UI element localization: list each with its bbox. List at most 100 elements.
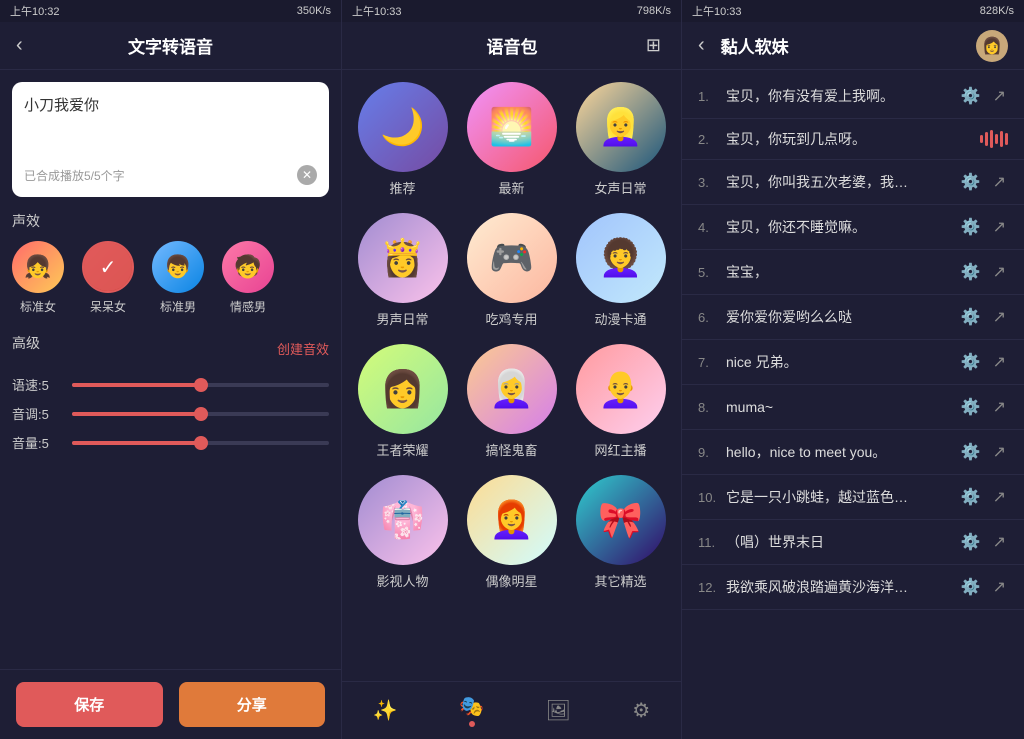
tune-icon-1[interactable]: ⚙️ bbox=[959, 84, 983, 108]
phrase-item-3[interactable]: 3. 宝贝，你叫我五次老婆，我… ⚙️ ↗ bbox=[682, 160, 1024, 205]
sparkle-icon: ✨ bbox=[373, 698, 398, 723]
share-icon-9[interactable]: ↗ bbox=[991, 440, 1008, 464]
pack-item-2[interactable]: 👱‍♀️ 女声日常 bbox=[572, 82, 669, 197]
phrase-text-11: （唱）世界末日 bbox=[726, 532, 959, 552]
pack-circle-8: 👩‍🦲 bbox=[576, 344, 666, 434]
pack-item-6[interactable]: 👩 王者荣耀 bbox=[354, 344, 451, 459]
voice-item-2[interactable]: 👦 标准男 bbox=[152, 241, 204, 315]
pitch-slider-row: 音调:5 bbox=[12, 404, 329, 423]
tune-icon-12[interactable]: ⚙️ bbox=[959, 575, 983, 599]
clear-button[interactable]: ✕ bbox=[297, 165, 317, 185]
tune-icon-3[interactable]: ⚙️ bbox=[959, 170, 983, 194]
advanced-label: 高级 bbox=[12, 333, 40, 353]
voice-avatar-3: 🧒 bbox=[222, 241, 274, 293]
pitch-track bbox=[72, 412, 329, 416]
phrase-text-7: nice 兄弟。 bbox=[726, 352, 959, 372]
share-icon-5[interactable]: ↗ bbox=[991, 260, 1008, 284]
volume-slider-row: 音量:5 bbox=[12, 433, 329, 452]
tune-icon-10[interactable]: ⚙️ bbox=[959, 485, 983, 509]
tune-icon-6[interactable]: ⚙️ bbox=[959, 305, 983, 329]
save-button[interactable]: 保存 bbox=[16, 682, 163, 727]
phrase-item-9[interactable]: 9. hello，nice to meet you。 ⚙️ ↗ bbox=[682, 430, 1024, 475]
phrase-item-5[interactable]: 5. 宝宝， ⚙️ ↗ bbox=[682, 250, 1024, 295]
pack-item-4[interactable]: 🎮 吃鸡专用 bbox=[463, 213, 560, 328]
tune-icon-5[interactable]: ⚙️ bbox=[959, 260, 983, 284]
share-button[interactable]: 分享 bbox=[179, 682, 326, 727]
phrase-item-10[interactable]: 10. 它是一只小跳蛙，越过蓝色… ⚙️ ↗ bbox=[682, 475, 1024, 520]
tune-icon-9[interactable]: ⚙️ bbox=[959, 440, 983, 464]
create-sound-link[interactable]: 创建音效 bbox=[277, 339, 329, 358]
phrase-item-2[interactable]: 2. 宝贝，你玩到几点呀。 bbox=[682, 119, 1024, 160]
voice-name-2: 标准男 bbox=[160, 298, 196, 315]
right-title: 黏人软妹 bbox=[721, 33, 976, 58]
share-icon-11[interactable]: ↗ bbox=[991, 530, 1008, 554]
voice-pack-grid: 🌙 推荐 🌅 最新 👱‍♀️ 女声日常 👸 男声日常 🎮 吃鸡专用 � bbox=[342, 70, 681, 681]
phrase-item-4[interactable]: 4. 宝贝，你还不睡觉嘛。 ⚙️ ↗ bbox=[682, 205, 1024, 250]
share-icon-12[interactable]: ↗ bbox=[991, 575, 1008, 599]
char-count: 已合成播放5/5个字 bbox=[24, 167, 125, 184]
phrase-item-6[interactable]: 6. 爱你爱你爱哟么么哒 ⚙️ ↗ bbox=[682, 295, 1024, 340]
tab-mask[interactable]: 🎭 bbox=[447, 690, 496, 731]
speed-label: 语速:5 bbox=[12, 375, 62, 394]
left-back-button[interactable]: ‹ bbox=[16, 34, 23, 57]
voice-item-1[interactable]: ✓ 呆呆女 bbox=[82, 241, 134, 315]
phrase-actions-8: ⚙️ ↗ bbox=[959, 395, 1008, 419]
bottom-tab-bar: ✨ 🎭 🖼 ⚙ bbox=[342, 681, 681, 739]
phrase-text-5: 宝宝， bbox=[726, 262, 959, 282]
share-icon-4[interactable]: ↗ bbox=[991, 215, 1008, 239]
share-icon-1[interactable]: ↗ bbox=[991, 84, 1008, 108]
phrase-actions-2 bbox=[980, 129, 1008, 149]
tune-icon-11[interactable]: ⚙️ bbox=[959, 530, 983, 554]
left-time: 上午10:32 bbox=[10, 3, 60, 19]
pitch-thumb[interactable] bbox=[194, 407, 208, 421]
tune-icon-8[interactable]: ⚙️ bbox=[959, 395, 983, 419]
right-back-button[interactable]: ‹ bbox=[698, 34, 705, 57]
phrase-item-11[interactable]: 11. （唱）世界末日 ⚙️ ↗ bbox=[682, 520, 1024, 565]
pack-item-11[interactable]: 🎀 其它精选 bbox=[572, 475, 669, 590]
tune-icon-7[interactable]: ⚙️ bbox=[959, 350, 983, 374]
text-input[interactable]: 小刀我爱你 bbox=[24, 94, 317, 154]
phrase-num-6: 6. bbox=[698, 310, 726, 325]
voice-item-3[interactable]: 🧒 情感男 bbox=[222, 241, 274, 315]
volume-track bbox=[72, 441, 329, 445]
pack-item-5[interactable]: 👩‍🦱 动漫卡通 bbox=[572, 213, 669, 328]
share-icon-8[interactable]: ↗ bbox=[991, 395, 1008, 419]
phrase-text-8: muma~ bbox=[726, 399, 959, 415]
mid-header: 语音包 ⊞ bbox=[342, 22, 681, 70]
phrase-item-7[interactable]: 7. nice 兄弟。 ⚙️ ↗ bbox=[682, 340, 1024, 385]
volume-thumb[interactable] bbox=[194, 436, 208, 450]
tab-image[interactable]: 🖼 bbox=[533, 694, 582, 727]
phrase-text-4: 宝贝，你还不睡觉嘛。 bbox=[726, 217, 959, 237]
pitch-fill bbox=[72, 412, 201, 416]
pack-item-8[interactable]: 👩‍🦲 网红主播 bbox=[572, 344, 669, 459]
sound-effects-label: 声效 bbox=[12, 211, 329, 231]
pack-item-1[interactable]: 🌅 最新 bbox=[463, 82, 560, 197]
voice-name-1: 呆呆女 bbox=[90, 298, 126, 315]
tab-sparkle[interactable]: ✨ bbox=[361, 694, 410, 727]
speed-thumb[interactable] bbox=[194, 378, 208, 392]
pack-label-2: 女声日常 bbox=[594, 178, 646, 197]
tune-icon-4[interactable]: ⚙️ bbox=[959, 215, 983, 239]
phrase-item-1[interactable]: 1. 宝贝，你有没有爱上我啊。 ⚙️ ↗ bbox=[682, 74, 1024, 119]
pack-item-0[interactable]: 🌙 推荐 bbox=[354, 82, 451, 197]
pack-row-3: 👩 王者荣耀 👩‍🦳 搞怪鬼畜 👩‍🦲 网红主播 bbox=[354, 344, 669, 459]
pack-item-10[interactable]: 👩‍🦰 偶像明星 bbox=[463, 475, 560, 590]
mid-panel: 上午10:33 798K/s 语音包 ⊞ 🌙 推荐 🌅 最新 👱‍♀️ 女声日常… bbox=[342, 0, 682, 739]
tab-settings[interactable]: ⚙ bbox=[620, 694, 662, 727]
share-icon-7[interactable]: ↗ bbox=[991, 350, 1008, 374]
left-title: 文字转语音 bbox=[128, 33, 213, 58]
phrase-item-12[interactable]: 12. 我欲乘风破浪踏遍黄沙海洋… ⚙️ ↗ bbox=[682, 565, 1024, 610]
pack-item-7[interactable]: 👩‍🦳 搞怪鬼畜 bbox=[463, 344, 560, 459]
share-icon-6[interactable]: ↗ bbox=[991, 305, 1008, 329]
share-icon-10[interactable]: ↗ bbox=[991, 485, 1008, 509]
archive-icon[interactable]: ⊞ bbox=[642, 31, 665, 60]
voice-item-0[interactable]: 👧 标准女 bbox=[12, 241, 64, 315]
phrase-item-8[interactable]: 8. muma~ ⚙️ ↗ bbox=[682, 385, 1024, 430]
left-content: 小刀我爱你 已合成播放5/5个字 ✕ 声效 👧 标准女 ✓ 呆呆女 👦 标准男 bbox=[0, 70, 341, 669]
pack-item-9[interactable]: 👘 影视人物 bbox=[354, 475, 451, 590]
phrase-actions-11: ⚙️ ↗ bbox=[959, 530, 1008, 554]
voice-avatar-0: 👧 bbox=[12, 241, 64, 293]
pack-item-3[interactable]: 👸 男声日常 bbox=[354, 213, 451, 328]
share-icon-3[interactable]: ↗ bbox=[991, 170, 1008, 194]
pack-label-9: 影视人物 bbox=[376, 571, 428, 590]
